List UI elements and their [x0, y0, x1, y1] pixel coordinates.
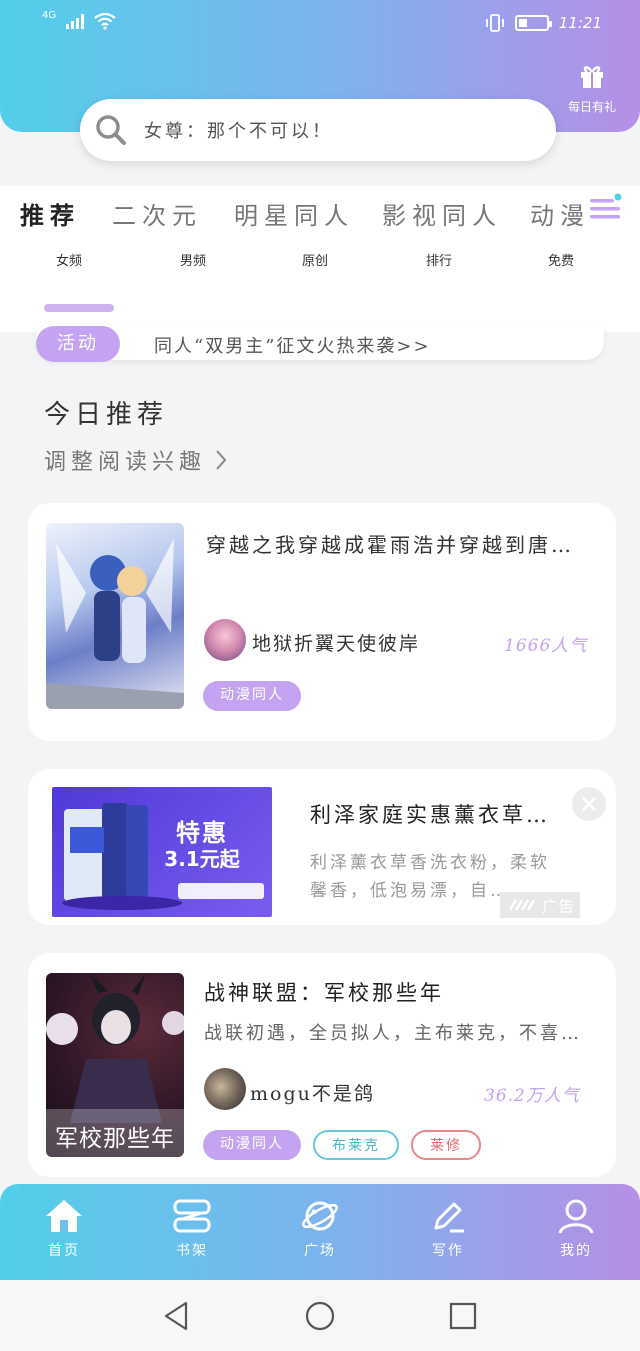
nav-square-label: 广场: [304, 1243, 336, 1259]
genre-tag[interactable]: 动漫同人: [203, 1130, 301, 1160]
tab-anime[interactable]: 动漫: [530, 196, 590, 231]
wifi-icon: [94, 12, 116, 30]
tab-film-fanfic[interactable]: 影视同人: [382, 196, 502, 231]
sub-female[interactable]: 女频: [56, 250, 82, 269]
search-bar[interactable]: 女尊：那个不可以！: [80, 99, 556, 161]
sub-original[interactable]: 原创: [302, 250, 328, 269]
gift-label: 每日有礼: [567, 100, 616, 114]
tab-anime-2d[interactable]: 二次元: [112, 196, 202, 231]
user-icon: [558, 1199, 594, 1234]
battery-icon: [514, 15, 552, 31]
status-bar: 4G 11:21: [0, 0, 640, 48]
character-tag[interactable]: 布莱克: [313, 1130, 399, 1160]
genre-tag[interactable]: 动漫同人: [203, 681, 301, 711]
popularity-count: 1666人气: [504, 636, 588, 656]
book-cover[interactable]: [46, 523, 184, 709]
book-description[interactable]: 战联初遇，全员拟人，主布莱克，不喜…: [204, 1019, 594, 1045]
sub-free[interactable]: 免费: [548, 250, 574, 269]
activity-badge: 活动: [36, 326, 120, 362]
close-icon: [582, 797, 596, 811]
gift-icon: [581, 66, 603, 88]
activity-text: 同人“双男主”征文火热来袭>>: [154, 336, 431, 357]
ad-title[interactable]: 利泽家庭实惠薰衣草…: [310, 799, 590, 829]
author-avatar[interactable]: [204, 1068, 246, 1110]
nav-mine[interactable]: 我的: [536, 1198, 616, 1260]
nav-home[interactable]: 首页: [24, 1198, 104, 1260]
book-card[interactable]: 穿越之我穿越成霍雨浩并穿越到唐… 地狱折翼天使彼岸 1666人气 动漫同人: [28, 503, 616, 741]
daily-gift-button[interactable]: 每日有礼: [556, 62, 628, 115]
home-icon: [46, 1200, 82, 1232]
pairing-tag[interactable]: 莱修: [411, 1130, 481, 1160]
back-icon[interactable]: [162, 1300, 190, 1332]
nav-square[interactable]: 广场: [280, 1198, 360, 1260]
recent-apps-icon[interactable]: [448, 1301, 478, 1331]
network-type: 4G: [42, 9, 57, 21]
clock: 11:21: [558, 14, 602, 32]
vibrate-icon: [485, 14, 504, 32]
search-icon: [96, 115, 126, 145]
sub-ranking[interactable]: 排行: [426, 250, 452, 269]
pen-icon: [434, 1202, 464, 1233]
ad-label: 广告: [500, 892, 580, 918]
book-card[interactable]: 军校那些年 战神联盟：军校那些年 战联初遇，全员拟人，主布莱克，不喜… mogu…: [28, 953, 616, 1177]
ad-logo-icon: [508, 899, 536, 911]
chevron-right-icon: [216, 450, 227, 470]
cover-title-text: 军校那些年: [55, 1126, 175, 1152]
book-title[interactable]: 穿越之我穿越成霍雨浩并穿越到唐…: [206, 529, 586, 558]
cover-illustration: [46, 538, 184, 709]
ad-banner-image[interactable]: 特惠 3.1元起: [52, 787, 272, 917]
banner-indicator: [44, 304, 114, 312]
category-tabs: 推荐 二次元 明星同人 影视同人 动漫: [0, 186, 640, 246]
category-menu-icon[interactable]: [588, 192, 622, 226]
nav-bookshelf-label: 书架: [176, 1243, 208, 1259]
ad-label-text: 广告: [541, 897, 574, 916]
ad-banner-price: 3.1元起: [164, 847, 240, 871]
tab-celebrity-fanfic[interactable]: 明星同人: [234, 196, 354, 231]
planet-icon: [302, 1201, 338, 1231]
bookshelf-icon: [173, 1199, 211, 1233]
adjust-interest-link[interactable]: 调整阅读兴趣: [44, 444, 228, 476]
book-title[interactable]: 战神联盟：军校那些年: [204, 977, 594, 1007]
signal-icon: [66, 13, 85, 29]
popularity-count: 36.2万人气: [484, 1086, 580, 1106]
system-navigation-bar: [0, 1280, 640, 1351]
search-placeholder: 女尊：那个不可以！: [144, 121, 333, 142]
nav-mine-label: 我的: [560, 1243, 592, 1259]
sub-male[interactable]: 男频: [180, 250, 206, 269]
adjust-interest-label: 调整阅读兴趣: [44, 450, 207, 475]
ad-close-button[interactable]: [572, 787, 606, 821]
section-title: 今日推荐: [44, 400, 169, 430]
author-name[interactable]: mogu不是鸽: [250, 1079, 375, 1106]
author-avatar[interactable]: [204, 619, 246, 661]
nav-bookshelf[interactable]: 书架: [152, 1198, 232, 1260]
book-cover[interactable]: 军校那些年: [46, 973, 184, 1157]
activity-notice[interactable]: 活动 同人“双男主”征文火热来袭>>: [36, 322, 604, 362]
app-screen: 4G 11:21 每日有礼 女尊：那个不可以！ 推荐 二次元 明星同人 影视同人…: [0, 0, 640, 1351]
home-circle-icon[interactable]: [304, 1300, 336, 1332]
sub-category-row: 女频 男频 原创 排行 免费: [0, 246, 640, 332]
nav-write[interactable]: 写作: [408, 1198, 488, 1260]
tab-recommend[interactable]: 推荐: [20, 196, 80, 231]
bottom-navigation: 首页 书架 广场 写作 我的: [0, 1184, 640, 1280]
nav-write-label: 写作: [432, 1243, 464, 1259]
nav-home-label: 首页: [48, 1243, 80, 1259]
author-name[interactable]: 地狱折翼天使彼岸: [252, 629, 420, 656]
